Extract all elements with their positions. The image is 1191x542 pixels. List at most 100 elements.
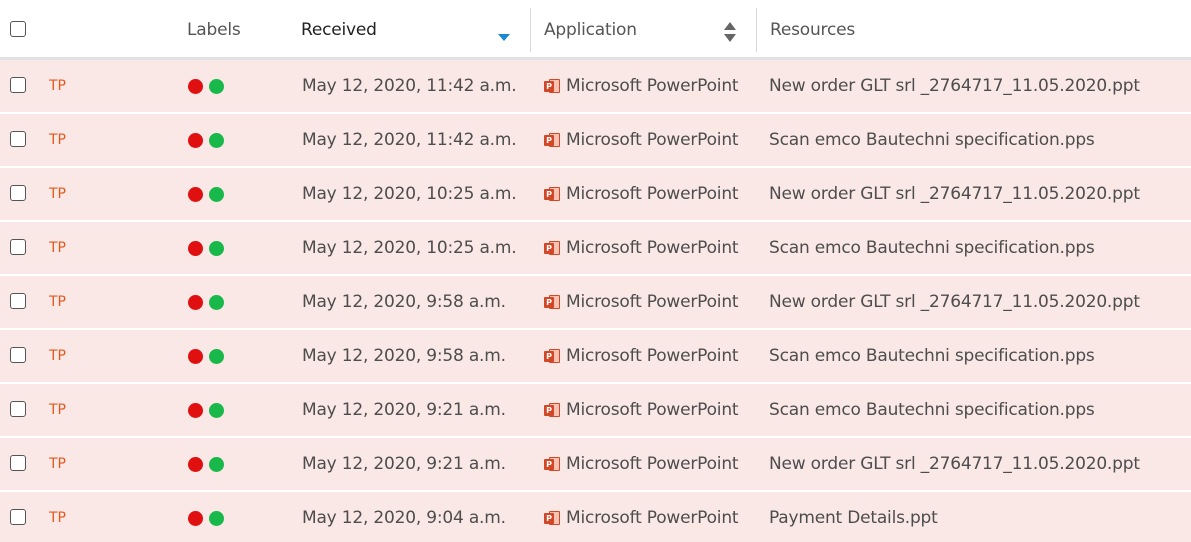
- green-label-dot-icon: [209, 186, 224, 202]
- received-time: May 12, 2020, 10:25 a.m.: [302, 238, 517, 258]
- application-name: Microsoft PowerPoint: [566, 76, 739, 96]
- application-cell: P Microsoft PowerPoint: [544, 438, 739, 490]
- application-cell: P Microsoft PowerPoint: [544, 114, 739, 166]
- row-checkbox[interactable]: [10, 401, 26, 417]
- table-row[interactable]: TP May 12, 2020, 10:25 a.m. P Microsoft …: [0, 222, 1191, 276]
- tp-tag: TP: [49, 132, 66, 148]
- column-header-received-label: Received: [301, 20, 377, 40]
- red-label-dot-icon: [188, 294, 203, 310]
- tp-tag: TP: [49, 78, 66, 94]
- tp-tag: TP: [49, 456, 66, 472]
- row-checkbox[interactable]: [10, 239, 26, 255]
- resource-name[interactable]: Scan emco Bautechni specification.pps: [769, 330, 1095, 382]
- powerpoint-icon: P: [544, 132, 560, 148]
- powerpoint-icon: P: [544, 456, 560, 472]
- received-time: May 12, 2020, 9:58 a.m.: [302, 346, 506, 366]
- column-header-labels[interactable]: Labels: [187, 0, 241, 60]
- red-label-dot-icon: [188, 78, 203, 94]
- received-time: May 12, 2020, 11:42 a.m.: [302, 130, 517, 150]
- tp-tag: TP: [49, 186, 66, 202]
- powerpoint-icon: P: [544, 240, 560, 256]
- powerpoint-icon: P: [544, 294, 560, 310]
- application-name: Microsoft PowerPoint: [566, 292, 739, 312]
- column-header-resources[interactable]: Resources: [770, 0, 855, 60]
- table-row[interactable]: TP May 12, 2020, 9:04 a.m. P Microsoft P…: [0, 492, 1191, 542]
- red-label-dot-icon: [188, 402, 203, 418]
- powerpoint-icon: P: [544, 510, 560, 526]
- resource-name[interactable]: Scan emco Bautechni specification.pps: [769, 222, 1095, 274]
- resource-name[interactable]: Scan emco Bautechni specification.pps: [769, 384, 1095, 436]
- alerts-table: Labels Received Application Resources TP…: [0, 0, 1191, 542]
- green-label-dot-icon: [209, 456, 224, 472]
- green-label-dot-icon: [209, 240, 224, 256]
- table-row[interactable]: TP May 12, 2020, 9:21 a.m. P Microsoft P…: [0, 438, 1191, 492]
- row-checkbox[interactable]: [10, 131, 26, 147]
- powerpoint-icon: P: [544, 402, 560, 418]
- application-cell: P Microsoft PowerPoint: [544, 492, 739, 542]
- green-label-dot-icon: [209, 294, 224, 310]
- row-checkbox[interactable]: [10, 347, 26, 363]
- powerpoint-icon: P: [544, 348, 560, 364]
- resource-name[interactable]: New order GLT srl _2764717_11.05.2020.pp…: [769, 438, 1140, 490]
- resource-name[interactable]: Payment Details.ppt: [769, 492, 938, 542]
- label-dots: [188, 168, 230, 220]
- application-name: Microsoft PowerPoint: [566, 346, 739, 366]
- select-all-checkbox[interactable]: [10, 21, 26, 37]
- application-cell: P Microsoft PowerPoint: [544, 60, 739, 112]
- label-dots: [188, 384, 230, 436]
- application-cell: P Microsoft PowerPoint: [544, 330, 739, 382]
- table-row[interactable]: TP May 12, 2020, 11:42 a.m. P Microsoft …: [0, 60, 1191, 114]
- row-checkbox[interactable]: [10, 293, 26, 309]
- column-header-application-label: Application: [544, 20, 637, 40]
- row-checkbox[interactable]: [10, 77, 26, 93]
- table-row[interactable]: TP May 12, 2020, 11:42 a.m. P Microsoft …: [0, 114, 1191, 168]
- table-row[interactable]: TP May 12, 2020, 10:25 a.m. P Microsoft …: [0, 168, 1191, 222]
- received-time: May 12, 2020, 9:21 a.m.: [302, 454, 506, 474]
- received-time: May 12, 2020, 10:25 a.m.: [302, 184, 517, 204]
- column-header-application[interactable]: Application: [544, 0, 744, 60]
- green-label-dot-icon: [209, 132, 224, 148]
- green-label-dot-icon: [209, 78, 224, 94]
- label-dots: [188, 276, 230, 328]
- green-label-dot-icon: [209, 348, 224, 364]
- application-name: Microsoft PowerPoint: [566, 454, 739, 474]
- tp-tag: TP: [49, 294, 66, 310]
- label-dots: [188, 60, 230, 112]
- red-label-dot-icon: [188, 456, 203, 472]
- application-name: Microsoft PowerPoint: [566, 508, 739, 528]
- sort-unsorted-icon[interactable]: [724, 22, 736, 44]
- application-name: Microsoft PowerPoint: [566, 400, 739, 420]
- tp-tag: TP: [49, 348, 66, 364]
- tp-tag: TP: [49, 402, 66, 418]
- resource-name[interactable]: Scan emco Bautechni specification.pps: [769, 114, 1095, 166]
- tp-tag: TP: [49, 510, 66, 526]
- resource-name[interactable]: New order GLT srl _2764717_11.05.2020.pp…: [769, 60, 1140, 112]
- application-cell: P Microsoft PowerPoint: [544, 276, 739, 328]
- received-time: May 12, 2020, 9:58 a.m.: [302, 292, 506, 312]
- table-row[interactable]: TP May 12, 2020, 9:21 a.m. P Microsoft P…: [0, 384, 1191, 438]
- sort-descending-icon[interactable]: [498, 34, 510, 41]
- red-label-dot-icon: [188, 348, 203, 364]
- table-row[interactable]: TP May 12, 2020, 9:58 a.m. P Microsoft P…: [0, 276, 1191, 330]
- column-divider[interactable]: [530, 8, 531, 52]
- column-divider[interactable]: [756, 8, 757, 52]
- table-header: Labels Received Application Resources: [0, 0, 1191, 60]
- tp-tag: TP: [49, 240, 66, 256]
- red-label-dot-icon: [188, 186, 203, 202]
- green-label-dot-icon: [209, 510, 224, 526]
- row-checkbox[interactable]: [10, 509, 26, 525]
- resource-name[interactable]: New order GLT srl _2764717_11.05.2020.pp…: [769, 276, 1140, 328]
- row-checkbox[interactable]: [10, 185, 26, 201]
- table-body: TP May 12, 2020, 11:42 a.m. P Microsoft …: [0, 60, 1191, 542]
- green-label-dot-icon: [209, 402, 224, 418]
- table-row[interactable]: TP May 12, 2020, 9:58 a.m. P Microsoft P…: [0, 330, 1191, 384]
- application-cell: P Microsoft PowerPoint: [544, 168, 739, 220]
- application-name: Microsoft PowerPoint: [566, 184, 739, 204]
- label-dots: [188, 330, 230, 382]
- row-checkbox[interactable]: [10, 455, 26, 471]
- received-time: May 12, 2020, 11:42 a.m.: [302, 76, 517, 96]
- powerpoint-icon: P: [544, 186, 560, 202]
- received-time: May 12, 2020, 9:04 a.m.: [302, 508, 506, 528]
- column-header-received[interactable]: Received: [301, 0, 526, 60]
- resource-name[interactable]: New order GLT srl _2764717_11.05.2020.pp…: [769, 168, 1140, 220]
